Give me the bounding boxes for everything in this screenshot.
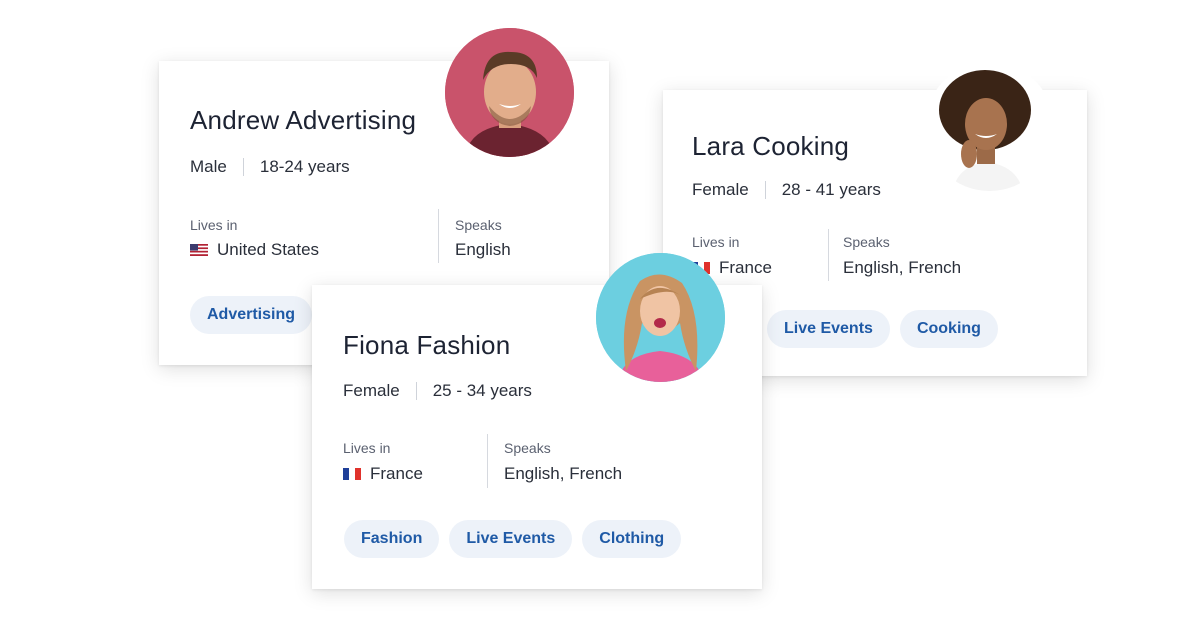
interest-tags: Live Events Cooking <box>767 310 998 348</box>
gender-text: Female <box>343 381 400 400</box>
column-divider <box>487 434 488 488</box>
france-flag-icon <box>343 468 361 480</box>
avatar-fiona <box>596 253 725 382</box>
profile-name: Fiona Fashion <box>343 330 511 360</box>
languages-value: English, French <box>843 258 962 277</box>
profile-demographics: Female 28 - 41 years <box>692 180 881 200</box>
tag-advertising[interactable]: Advertising <box>190 296 313 334</box>
country-value: France <box>343 464 423 484</box>
languages-value: English <box>455 240 511 259</box>
profile-name: Lara Cooking <box>692 131 850 161</box>
speaks-label: Speaks <box>504 440 551 456</box>
tag-clothing[interactable]: Clothing <box>582 520 682 558</box>
lives-in-label: Lives in <box>343 440 391 456</box>
us-flag-icon <box>190 244 208 256</box>
lives-in-label: Lives in <box>190 217 238 233</box>
age-text: 18-24 years <box>259 157 350 176</box>
tag-live-events[interactable]: Live Events <box>767 310 890 348</box>
divider <box>242 158 244 176</box>
interest-tags: Fashion Live Events Clothing <box>344 520 682 558</box>
avatar-lara <box>925 62 1054 191</box>
age-text: 28 - 41 years <box>781 180 881 199</box>
divider <box>415 382 417 400</box>
person-photo-icon <box>925 62 1054 191</box>
gender-text: Male <box>190 157 227 176</box>
country-text: France <box>719 258 772 277</box>
tag-live-events[interactable]: Live Events <box>449 520 573 558</box>
speaks-label: Speaks <box>843 234 890 250</box>
column-divider <box>828 229 829 281</box>
lives-in-label: Lives in <box>692 234 740 250</box>
person-photo-icon <box>445 28 574 157</box>
gender-text: Female <box>692 180 749 199</box>
divider <box>764 181 766 199</box>
age-text: 25 - 34 years <box>432 381 532 400</box>
interest-tags: Advertising <box>190 296 313 334</box>
tag-cooking[interactable]: Cooking <box>899 310 998 348</box>
speaks-label: Speaks <box>455 217 502 233</box>
column-divider <box>438 209 439 263</box>
languages-value: English, French <box>504 464 623 483</box>
country-value: United States <box>190 240 319 260</box>
person-photo-icon <box>596 253 725 382</box>
avatar-andrew <box>445 28 574 157</box>
profile-demographics: Male 18-24 years <box>190 157 350 177</box>
country-text: France <box>370 464 423 483</box>
tag-fashion[interactable]: Fashion <box>344 520 440 558</box>
country-text: United States <box>217 240 320 259</box>
profile-name: Andrew Advertising <box>190 105 417 135</box>
profile-demographics: Female 25 - 34 years <box>343 381 532 401</box>
